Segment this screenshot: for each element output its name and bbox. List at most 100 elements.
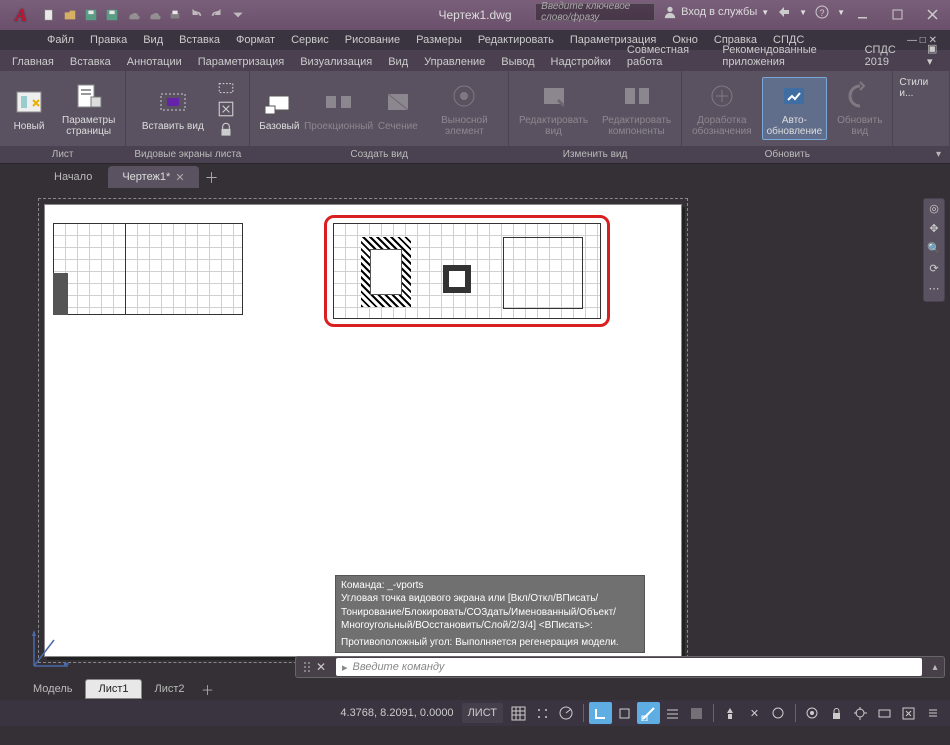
section-view-button: Сечение [375,84,421,134]
cloud-save-icon[interactable] [145,6,163,24]
otrack-toggle-icon[interactable] [637,702,660,724]
ribbon-tab[interactable]: СПДС 2019 [857,41,919,71]
menu-tools[interactable]: Сервис [284,32,336,48]
panel-edit-view: Редактировать вид Редактировать компонен… [509,71,682,163]
panel-layout-viewports: Вставить вид Видовые экраны листа [126,71,250,163]
tab-drawing[interactable]: Чертеж1*✕ [108,166,198,188]
status-toggles: ✕ [507,702,944,724]
annoscale-icon[interactable] [719,702,742,724]
ribbon-tab[interactable]: Вывод [493,53,542,71]
ribbon-tab[interactable]: Управление [416,53,493,71]
command-input[interactable]: Введите команду [336,658,922,676]
layout-tab-model[interactable]: Модель [20,679,85,699]
edit-components-button: Редактировать компоненты [598,78,675,139]
auto-update-button[interactable]: Авто- обновление [762,77,828,140]
lwt-toggle-icon[interactable] [661,702,684,724]
ribbon-tab[interactable]: Рекомендованные приложения [714,41,856,71]
modelspace-toggle[interactable]: ЛИСТ [462,703,503,723]
styles-label[interactable]: Стили и... [899,77,943,99]
vp-rect-icon[interactable] [217,79,235,97]
qat-dropdown-icon[interactable] [229,6,247,24]
edit-comp-icon [621,80,653,112]
nav-wheel-icon[interactable]: ◎ [926,202,942,218]
edit-view-button: Редактировать вид [515,78,592,139]
saveas-icon[interactable] [103,6,121,24]
maximize-button[interactable] [880,0,915,28]
workspace-switch-icon[interactable] [801,702,824,724]
panel-styles-expand[interactable]: ▾ [893,146,949,163]
ribbon-tab[interactable]: Параметризация [190,53,292,71]
layout-tab-sheet1[interactable]: Лист1 [85,679,141,699]
sign-in-button[interactable]: Вход в службы ▼ [663,5,769,19]
menu-modify[interactable]: Редактировать [471,32,561,48]
menu-file[interactable]: Файл [40,32,81,48]
menu-draw[interactable]: Рисование [338,32,407,48]
ortho-toggle-icon[interactable] [589,702,612,724]
nav-orbit-icon[interactable]: ⟳ [926,262,942,278]
close-icon[interactable]: ✕ [175,171,184,184]
viewport-right[interactable] [333,223,601,319]
add-layout-button[interactable]: ＋ [198,680,218,699]
ribbon-collapse-icon[interactable]: ▣ ▾ [919,39,950,71]
isolate-icon[interactable] [849,702,872,724]
annoauto-icon[interactable] [767,702,790,724]
base-view-button[interactable]: Базовый [256,84,302,134]
exchange-icon[interactable] [777,5,791,19]
menu-view[interactable]: Вид [136,32,170,48]
new-icon[interactable] [40,6,58,24]
vp-clip-icon[interactable] [217,100,235,118]
menu-dimension[interactable]: Размеры [409,32,469,48]
ui-lock-icon[interactable] [825,702,848,724]
grid-toggle-icon[interactable] [507,702,530,724]
snap-toggle-icon[interactable] [531,702,554,724]
polar-toggle-icon[interactable] [555,702,578,724]
drawing-canvas[interactable]: Команда: _-vports Угловая точка видового… [0,188,950,678]
open-icon[interactable] [61,6,79,24]
ribbon-tab[interactable]: Аннотации [119,53,190,71]
ribbon-tab[interactable]: Надстройки [543,53,619,71]
ribbon-tab[interactable]: Главная [4,53,62,71]
minimize-button[interactable] [845,0,880,28]
command-line[interactable]: ✕ Введите команду ▴ [295,656,945,678]
new-layout-button[interactable]: Новый [6,84,52,134]
viewport-left[interactable] [53,223,243,315]
annovisib-icon[interactable]: ✕ [743,702,766,724]
osnap-toggle-icon[interactable] [613,702,636,724]
status-bar: 4.3768, 8.2091, 0.0000 ЛИСТ ✕ [0,700,950,726]
tab-start[interactable]: Начало [40,166,106,188]
nav-zoom-icon[interactable]: 🔍 [926,242,942,258]
new-tab-button[interactable]: ＋ [201,168,223,188]
transparency-toggle-icon[interactable] [685,702,708,724]
menu-format[interactable]: Формат [229,32,282,48]
nav-pan-icon[interactable]: ✥ [926,222,942,238]
app-menu-button[interactable]: A [8,3,34,27]
vp-lock-icon[interactable] [217,121,235,139]
document-tabs: Начало Чертеж1*✕ ＋ [0,164,950,188]
search-input[interactable]: Введите ключевое слово/фразу [535,3,655,21]
menu-edit[interactable]: Правка [83,32,134,48]
customize-status-icon[interactable] [921,702,944,724]
redo-icon[interactable] [208,6,226,24]
nav-more-icon[interactable]: ⋯ [926,282,942,298]
auto-update-icon [778,80,810,112]
cmdline-recent-icon[interactable]: ▴ [926,662,944,673]
ribbon-tab[interactable]: Совместная работа [619,41,714,71]
help-icon[interactable]: ? [815,5,829,19]
menu-insert[interactable]: Вставка [172,32,227,48]
ribbon-tab[interactable]: Визуализация [292,53,380,71]
save-icon[interactable] [82,6,100,24]
close-button[interactable] [915,0,950,28]
page-setup-button[interactable]: Параметры страницы [58,78,119,139]
ribbon-tab[interactable]: Вид [380,53,416,71]
ribbon-tab[interactable]: Вставка [62,53,119,71]
cleanscreen-icon[interactable] [897,702,920,724]
undo-icon[interactable] [187,6,205,24]
layout-tab-sheet2[interactable]: Лист2 [142,679,198,699]
print-icon[interactable] [166,6,184,24]
panel-update: Доработка обозначения Авто- обновление О… [682,71,893,163]
cmdline-handle-icon[interactable]: ✕ [296,660,332,674]
cloud-open-icon[interactable] [124,6,142,24]
insert-view-button[interactable]: Вставить вид [138,84,208,134]
document-title: Чертеж1.dwg [438,8,511,22]
hwacc-icon[interactable] [873,702,896,724]
